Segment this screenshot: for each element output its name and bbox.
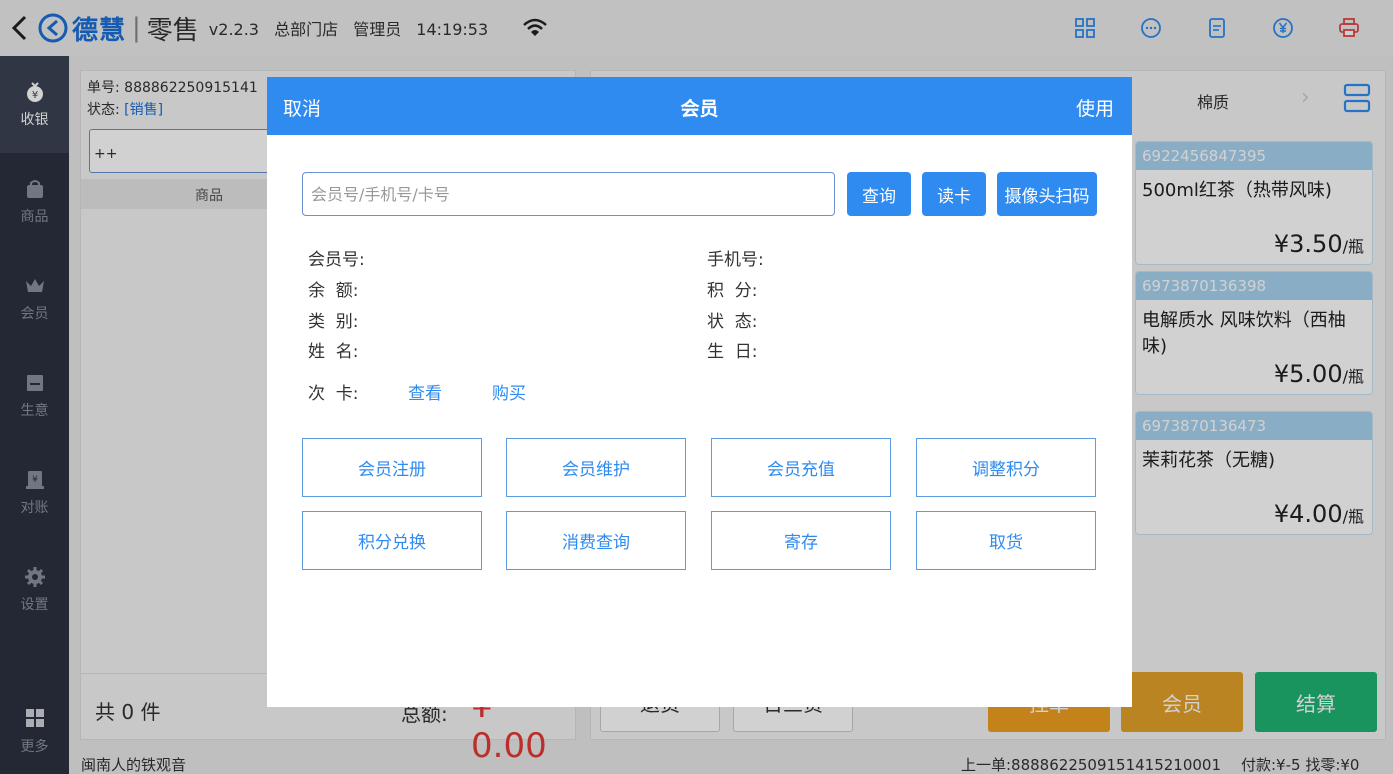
birthday-label: 生 日:: [707, 342, 758, 362]
adjust-points-button[interactable]: 调整积分: [916, 438, 1096, 497]
member-register-button[interactable]: 会员注册: [302, 438, 482, 497]
member-no-label: 会员号:: [308, 250, 365, 270]
member-maintain-button[interactable]: 会员维护: [506, 438, 686, 497]
camera-scan-button[interactable]: 摄像头扫码: [997, 172, 1097, 216]
dialog-header: 取消 会员 使用: [267, 77, 1132, 135]
status-label: 状 态:: [707, 312, 758, 332]
phone-label: 手机号:: [707, 250, 764, 270]
use-button[interactable]: 使用: [1076, 94, 1114, 121]
view-times-card-link[interactable]: 查看: [408, 379, 442, 404]
name-label: 姓 名:: [308, 342, 359, 362]
query-button[interactable]: 查询: [847, 172, 911, 216]
buy-times-card-link[interactable]: 购买: [492, 379, 526, 404]
points-label: 积 分:: [707, 281, 758, 301]
member-dialog: 取消 会员 使用 查询 读卡 摄像头扫码 会员号: 手机号: 余 额: 积 分:…: [267, 77, 1132, 707]
category-label: 类 别:: [308, 312, 359, 332]
balance-label: 余 额:: [308, 281, 359, 301]
member-recharge-button[interactable]: 会员充值: [711, 438, 891, 497]
times-card-label: 次 卡:: [308, 384, 359, 404]
member-search-input[interactable]: [302, 172, 835, 216]
consumption-query-button[interactable]: 消费查询: [506, 511, 686, 570]
dialog-title: 会员: [680, 98, 719, 120]
pickup-button[interactable]: 取货: [916, 511, 1096, 570]
read-card-button[interactable]: 读卡: [922, 172, 986, 216]
points-exchange-button[interactable]: 积分兑换: [302, 511, 482, 570]
deposit-button[interactable]: 寄存: [711, 511, 891, 570]
